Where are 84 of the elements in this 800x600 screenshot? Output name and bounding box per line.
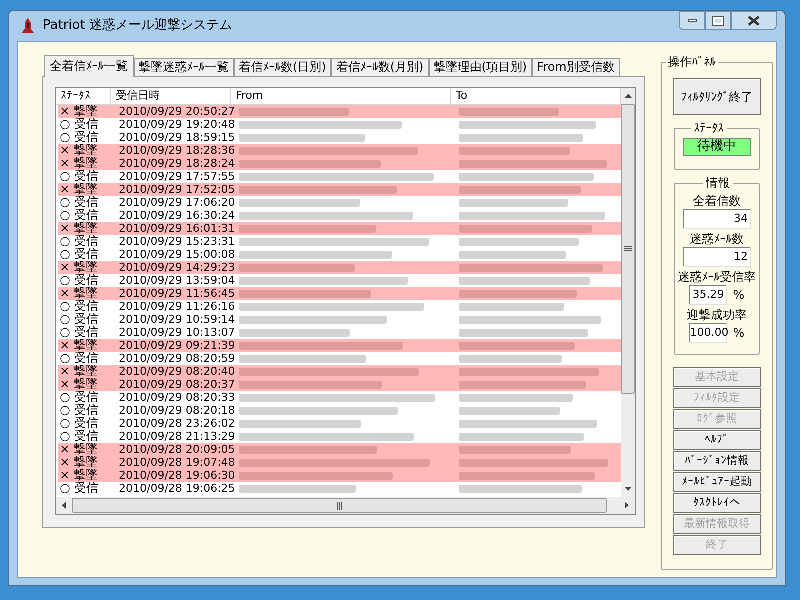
right-arrow-icon (625, 502, 629, 509)
table-cell-text: × 撃墜 (59, 144, 99, 157)
table-cell-text: ○ 受信 (59, 482, 100, 495)
tab[interactable]: 撃墜理由(項目別) (428, 58, 532, 76)
table-cell-text: × 撃墜 (59, 456, 99, 469)
scroll-thumb[interactable] (621, 104, 635, 394)
field-label: 迎撃成功率 (687, 307, 747, 323)
panel-button[interactable]: ﾀｽｸﾄﾚｲへ (673, 493, 761, 513)
filter-button[interactable]: ﾌｨﾙﾀﾘﾝｸﾞ終了 (673, 78, 761, 115)
table-cell-text: ○ 受信 (59, 235, 100, 248)
table-cell-text: × 撃墜 (59, 339, 99, 352)
panel-button[interactable]: ﾒｰﾙﾋﾞｭｱｰ起動 (673, 472, 761, 492)
table-cell-text: ○ 受信 (59, 300, 100, 313)
table-row[interactable]: × 撃墜 2010/09/29 08:20:37 (58, 378, 621, 391)
table-cell-text: × 撃墜 (59, 287, 99, 300)
close-button[interactable] (731, 11, 777, 30)
table-row[interactable]: × 撃墜 2010/09/29 20:50:27 (58, 105, 621, 118)
table-row[interactable]: × 撃墜 2010/09/28 19:07:48 (58, 456, 621, 469)
table-cell-text: ○ 受信 (59, 326, 100, 339)
table-cell-text: × 撃墜 (59, 365, 99, 378)
field-label: 迷惑ﾒｰﾙ受信率 (678, 269, 756, 285)
group-title: 操作ﾊﾟﾈﾙ (666, 54, 718, 70)
table-cell-text: ○ 受信 (59, 209, 100, 222)
value-field: 100.00 (689, 323, 728, 343)
table-row[interactable]: × 撃墜 2010/09/29 11:56:45 (58, 287, 621, 300)
rocket-icon (21, 18, 35, 34)
status-indicator: 待機中 (683, 138, 751, 156)
maximize-button[interactable] (705, 11, 731, 30)
table-row[interactable]: × 撃墜 2010/09/29 09:21:39 (58, 339, 621, 352)
table-cell-text: × 撃墜 (59, 378, 99, 391)
up-arrow-icon (624, 94, 632, 98)
table-cell-text: ○ 受信 (59, 404, 100, 417)
table-cell-text: ○ 受信 (59, 430, 100, 443)
table-cell-text: × 撃墜 (59, 443, 99, 456)
table-cell-text: × 撃墜 (59, 105, 99, 118)
table-row[interactable]: × 撃墜 2010/09/29 18:28:24 (58, 157, 621, 170)
unit-label: % (733, 325, 745, 342)
tab[interactable]: 撃墜迷惑ﾒｰﾙ一覧 (134, 58, 234, 76)
table-row[interactable]: × 撃墜 2010/09/28 20:09:05 (58, 443, 621, 456)
table-row[interactable]: × 撃墜 2010/09/28 19:06:30 (58, 469, 621, 482)
table-cell-text: ○ 受信 (59, 196, 100, 209)
value-field: 34 (683, 209, 751, 229)
table-cell-text: ○ 受信 (59, 417, 100, 430)
table-row[interactable]: × 撃墜 2010/09/29 17:52:05 (58, 183, 621, 196)
table-cell-text: ○ 受信 (59, 248, 100, 261)
tab[interactable]: 全着信ﾒｰﾙ一覧 (44, 55, 134, 77)
table-row[interactable]: × 撃墜 2010/09/29 16:01:31 (58, 222, 621, 235)
panel-button[interactable]: ﾍﾙﾌﾟ (673, 430, 761, 450)
minimize-button[interactable] (679, 11, 705, 30)
field-label: 迷惑ﾒｰﾙ数 (690, 231, 744, 247)
table-cell-text: ○ 受信 (59, 118, 100, 131)
table-cell-text: ○ 受信 (59, 170, 100, 183)
table-cell-text: ○ 受信 (59, 274, 100, 287)
value-field: 12 (683, 247, 751, 267)
tab[interactable]: 着信ﾒｰﾙ数(月別) (331, 58, 429, 76)
table-cell-text: ○ 受信 (59, 352, 100, 365)
table-cell-text: × 撃墜 (59, 222, 99, 235)
table-cell-text: × 撃墜 (59, 183, 99, 196)
table-row[interactable]: × 撃墜 2010/09/29 14:29:23 (58, 261, 621, 274)
window-title: Patriot 迷惑メール迎撃システム (43, 17, 232, 36)
table-row[interactable]: × 撃墜 2010/09/29 18:28:36 (58, 144, 621, 157)
group-title: ｽﾃｰﾀｽ (691, 120, 727, 136)
down-arrow-icon (624, 487, 632, 491)
table-cell-text: ○ 受信 (59, 131, 100, 144)
table-cell-text: ○ 受信 (59, 391, 100, 404)
scroll-thumb[interactable] (72, 498, 607, 513)
table-cell-text: × 撃墜 (59, 261, 99, 274)
grip-icon (624, 246, 632, 252)
vertical-scrollbar[interactable] (621, 88, 635, 497)
table-row[interactable]: × 撃墜 2010/09/29 08:20:40 (58, 365, 621, 378)
unit-label: % (733, 287, 745, 304)
group-title: 情報 (703, 175, 733, 191)
table-cell-text: × 撃墜 (59, 469, 99, 482)
table-cell-text: × 撃墜 (59, 157, 99, 170)
tab[interactable]: From別受信数 (532, 58, 620, 76)
left-arrow-icon (62, 502, 66, 509)
value-field: 35.29 (689, 285, 728, 305)
close-icon (748, 16, 760, 26)
grip-icon (336, 502, 342, 510)
horizontal-scrollbar[interactable] (56, 497, 635, 514)
field-label: 全着信数 (693, 193, 741, 209)
panel-button[interactable]: ﾊﾞｰｼﾞｮﾝ情報 (673, 451, 761, 471)
table-cell-text: ○ 受信 (59, 313, 100, 326)
tab[interactable]: 着信ﾒｰﾙ数(日別) (234, 58, 332, 76)
